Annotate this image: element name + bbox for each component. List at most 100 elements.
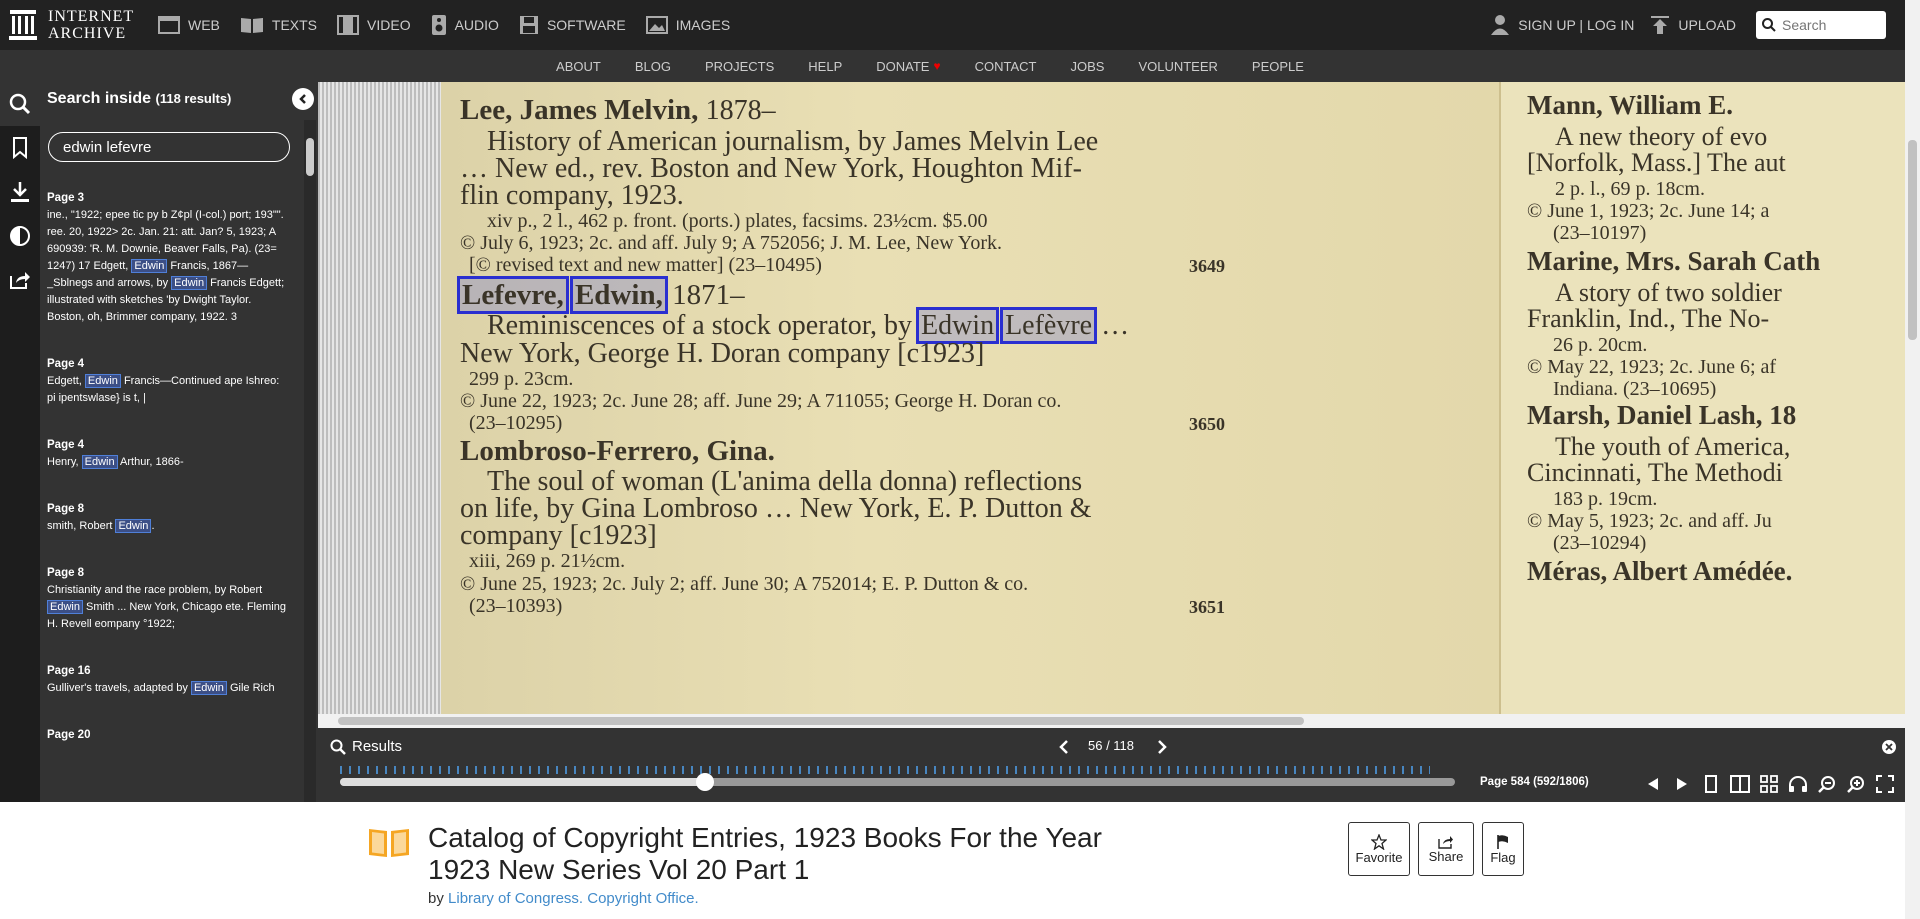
result-match-highlight: Edwin — [115, 519, 152, 533]
favorite-label: Favorite — [1355, 849, 1403, 865]
result-snippet-text: . — [151, 520, 155, 532]
page-viewer[interactable]: Lee, James Melvin, 1878– History of Amer… — [318, 82, 1905, 714]
internet-archive-logo[interactable]: INTERNET ARCHIVE — [8, 8, 158, 42]
page-slider[interactable] — [340, 773, 1455, 791]
search-result-markers[interactable] — [340, 766, 1430, 774]
global-search-input[interactable] — [1782, 17, 1882, 33]
share-tab[interactable] — [0, 258, 40, 302]
previous-result-icon[interactable] — [1058, 740, 1070, 754]
search-result-item[interactable]: Page 8 smith, Robert Edwin. — [47, 501, 289, 535]
thumbnail-view-button[interactable] — [1754, 772, 1783, 796]
book-reader: Search inside (118 results) edwin lefevr… — [0, 82, 1905, 802]
visual-adjustments-tab[interactable] — [0, 214, 40, 258]
star-icon — [1371, 833, 1387, 850]
bookmarks-tab[interactable] — [0, 126, 40, 170]
result-snippet-text: Christianity and the race problem, by Ro… — [47, 584, 263, 596]
upload-label: UPLOAD — [1678, 17, 1736, 33]
media-images-label: IMAGES — [675, 17, 731, 33]
entry-line: © May 5, 1923; 2c. and aff. Ju — [1527, 510, 1772, 532]
zoom-in-button[interactable] — [1841, 772, 1870, 796]
entry-line: 183 p. 19cm. — [1553, 488, 1658, 510]
zoom-in-icon — [1846, 776, 1864, 793]
speaker-icon — [431, 15, 446, 35]
entry-text: … — [1101, 310, 1130, 341]
share-button[interactable]: Share — [1418, 822, 1474, 876]
search-result-item[interactable]: Page 20 — [47, 727, 289, 744]
read-aloud-button[interactable] — [1783, 772, 1812, 796]
signup-login-link[interactable]: SIGN UP | LOG IN — [1490, 14, 1634, 36]
media-images[interactable]: IMAGES — [645, 16, 731, 34]
collapse-panel-button[interactable] — [292, 88, 314, 110]
result-match-highlight: Edwin — [47, 600, 83, 614]
entry-line: © June 1, 1923; 2c. June 14; a — [1527, 200, 1770, 222]
entry-number: 3651 — [1189, 597, 1225, 617]
entry-heading: Lefevre, Edwin, 1871– — [457, 276, 745, 314]
search-highlight[interactable]: Edwin — [915, 307, 1000, 344]
result-match-highlight: Edwin — [190, 681, 227, 695]
film-icon — [337, 15, 360, 35]
search-highlight[interactable]: Edwin, — [569, 276, 668, 314]
result-snippet-text: Arthur, 1866- — [117, 456, 184, 468]
nav-help[interactable]: HELP — [808, 59, 842, 74]
next-page-button[interactable] — [1667, 772, 1696, 796]
single-page-icon — [1704, 775, 1717, 793]
nav-volunteer[interactable]: VOLUNTEER — [1138, 59, 1217, 74]
media-web-label: WEB — [188, 17, 220, 33]
previous-page-button[interactable] — [1638, 772, 1667, 796]
next-result-icon[interactable] — [1156, 740, 1168, 754]
one-page-view-button[interactable] — [1696, 772, 1725, 796]
result-snippet-text: Edgett, — [47, 375, 85, 387]
search-highlight[interactable]: Lefevre, — [457, 276, 569, 314]
flag-button[interactable]: Flag — [1482, 822, 1524, 876]
search-result-item[interactable]: Page 16 Gulliver's travels, adapted by Ed… — [47, 663, 289, 697]
author-link[interactable]: Library of Congress. Copyright Office. — [448, 890, 699, 907]
zoom-out-button[interactable] — [1812, 772, 1841, 796]
search-result-item[interactable]: Page 8 Christianity and the race problem,… — [47, 565, 289, 633]
archive-building-icon — [8, 9, 38, 41]
nav-people[interactable]: PEOPLE — [1252, 59, 1304, 74]
nav-contact[interactable]: CONTACT — [975, 59, 1037, 74]
search-inside-input[interactable]: edwin lefevre — [48, 132, 290, 162]
results-label[interactable]: Results — [352, 738, 402, 755]
result-page-label: Page 16 — [47, 665, 91, 677]
download-icon — [11, 182, 29, 202]
search-panel-header: Search inside (118 results) — [47, 90, 231, 108]
upload-link[interactable]: UPLOAD — [1650, 15, 1736, 35]
two-page-icon — [1729, 775, 1750, 793]
horizontal-scroll-thumb[interactable] — [338, 717, 1304, 725]
horizontal-scrollbar[interactable] — [318, 714, 1905, 728]
item-details-header: Catalog of Copyright Entries, 1923 Books… — [0, 802, 1905, 919]
flag-icon — [1497, 834, 1508, 849]
search-result-item[interactable]: Page 4 Henry, Edwin Arthur, 1866- — [47, 437, 289, 471]
nav-projects[interactable]: PROJECTS — [705, 59, 774, 74]
page-scroll-thumb[interactable] — [1908, 140, 1917, 340]
media-software[interactable]: SOFTWARE — [519, 15, 626, 35]
media-nav: WEB TEXTS VIDEO AUDIO SOFTWARE IMAGES — [158, 14, 750, 36]
result-snippet-text: Smith ... New York, Chicago ete. Fleming… — [47, 601, 286, 630]
item-title: Catalog of Copyright Entries, 1923 Books… — [428, 822, 1102, 885]
heart-icon: ♥ — [933, 59, 941, 73]
entry-heading: Marine, Mrs. Sarah Cath — [1527, 246, 1821, 276]
search-inside-tab[interactable] — [0, 82, 40, 126]
page-vertical-scrollbar[interactable] — [1905, 0, 1920, 919]
downloads-tab[interactable] — [0, 170, 40, 214]
nav-donate[interactable]: DONATE ♥ — [876, 59, 940, 74]
search-result-item[interactable]: Page 3 ine., "1922; epee tic py b Z¢pl (I… — [47, 190, 289, 326]
two-page-view-button[interactable] — [1725, 772, 1754, 796]
close-icon[interactable] — [1882, 740, 1896, 754]
search-highlight[interactable]: Lefèvre — [1000, 307, 1098, 344]
panel-scroll-thumb[interactable] — [306, 138, 314, 176]
nav-jobs[interactable]: JOBS — [1070, 59, 1104, 74]
search-result-item[interactable]: Page 4 Edgett, Edwin Francis—Continued ap… — [47, 356, 289, 407]
nav-about[interactable]: ABOUT — [556, 59, 601, 74]
fullscreen-button[interactable] — [1870, 772, 1899, 796]
page-slider-handle[interactable] — [696, 773, 715, 791]
media-video[interactable]: VIDEO — [337, 15, 411, 35]
entry-heading-text: Lee, James Melvin, — [460, 94, 699, 126]
nav-blog[interactable]: BLOG — [635, 59, 671, 74]
media-web[interactable]: WEB — [158, 16, 220, 34]
media-audio[interactable]: AUDIO — [431, 14, 499, 36]
media-texts[interactable]: TEXTS — [240, 16, 317, 34]
panel-scrollbar[interactable] — [304, 120, 316, 802]
favorite-button[interactable]: Favorite — [1348, 822, 1410, 876]
